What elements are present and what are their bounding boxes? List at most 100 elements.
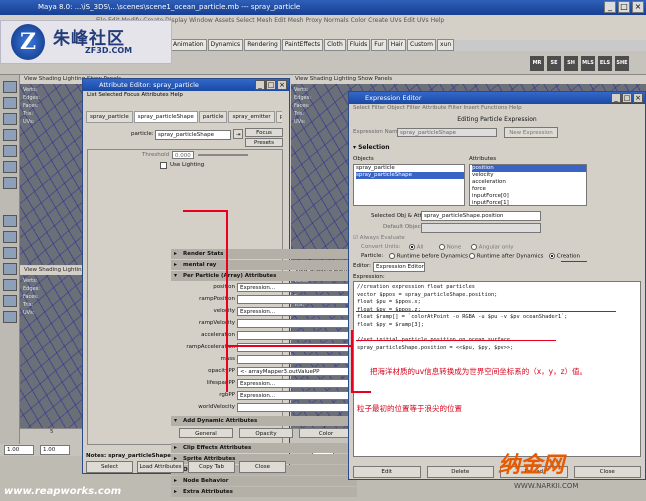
copy-tab-button[interactable]: Copy Tab: [188, 461, 235, 473]
go-to-input-icon[interactable]: ⇥: [233, 129, 243, 139]
lasso-tool-icon[interactable]: [3, 97, 17, 109]
load-attributes-button[interactable]: Load Attributes: [137, 461, 184, 473]
attribute-editor-menu[interactable]: List Selected Focus Attributes Help: [83, 91, 289, 100]
expression-delete-button[interactable]: Delete: [426, 466, 494, 478]
layout-script-icon[interactable]: [3, 311, 17, 323]
maximize-icon[interactable]: □: [618, 1, 630, 13]
add-dynamic-opacity-button[interactable]: Opacity: [239, 428, 293, 438]
attribute-list-item[interactable]: position: [472, 165, 586, 172]
attribute-tab[interactable]: spray_particleShape: [133, 111, 198, 123]
shelf-tab[interactable]: Cloth: [324, 39, 346, 51]
attribute-section[interactable]: Render Stats: [171, 249, 357, 259]
use-lighting-checkbox[interactable]: [160, 162, 167, 169]
shelf-tab[interactable]: xun: [437, 39, 455, 51]
threshold-slider[interactable]: [198, 154, 248, 156]
layout-hypershade-icon[interactable]: [3, 279, 17, 291]
viewport-menu[interactable]: View Shading Lighting Show Panels: [291, 75, 646, 84]
pp-attribute-field[interactable]: [237, 403, 355, 412]
shelf-button[interactable]: SHE: [615, 56, 629, 71]
creation-radio[interactable]: Creation: [549, 253, 580, 260]
default-object-field[interactable]: [421, 223, 541, 233]
editor-dropdown[interactable]: Expression Editor ▾: [373, 262, 425, 272]
add-dynamic-general-button[interactable]: General: [179, 428, 233, 438]
attribute-tab[interactable]: spray_emitter: [228, 111, 275, 123]
attribute-list-item[interactable]: inputForce[0]: [472, 193, 586, 200]
attribute-list-item[interactable]: inputForce[1]: [472, 200, 586, 207]
shelf-tab[interactable]: Fluids: [346, 39, 371, 51]
shelf-button[interactable]: SH: [564, 56, 578, 71]
close-icon[interactable]: ×: [632, 1, 644, 13]
attribute-section[interactable]: mental ray: [171, 260, 357, 270]
move-tool-icon[interactable]: [3, 129, 17, 141]
pp-attribute-field[interactable]: [237, 295, 355, 304]
attribute-list-item[interactable]: acceleration: [472, 179, 586, 186]
runtime-after-radio[interactable]: Runtime after Dynamics: [469, 253, 543, 260]
units-all-radio[interactable]: All: [409, 244, 424, 251]
expression-edit-button[interactable]: Edit: [353, 466, 421, 478]
pp-attribute-field[interactable]: Expression...: [237, 307, 355, 316]
maximize-icon[interactable]: □: [622, 93, 632, 103]
shelf-button[interactable]: MR: [530, 56, 544, 71]
attribute-list-item[interactable]: velocity: [472, 172, 586, 179]
pp-attribute-field[interactable]: <- arrayMapper3.outValuePP: [237, 367, 355, 376]
selection-section[interactable]: ▾ Selection: [353, 144, 390, 151]
paint-tool-icon[interactable]: [3, 113, 17, 125]
close-icon[interactable]: ×: [633, 93, 643, 103]
shelf-tab[interactable]: Dynamics: [207, 39, 244, 51]
scale-tool-icon[interactable]: [3, 161, 17, 173]
shelf-button[interactable]: ELS: [598, 56, 612, 71]
shelf-tab[interactable]: Fur: [371, 39, 387, 51]
minimize-icon[interactable]: _: [604, 1, 616, 13]
object-list-item[interactable]: spray_particle: [356, 165, 464, 172]
rotate-tool-icon[interactable]: [3, 145, 17, 157]
select-tool-icon[interactable]: [3, 81, 17, 93]
manip-tool-icon[interactable]: [3, 177, 17, 189]
add-dynamic-attributes-section[interactable]: Add Dynamic Attributes: [171, 416, 357, 426]
attribute-section[interactable]: Per Particle (Array) Attributes: [171, 271, 357, 281]
particle-name-field[interactable]: spray_particleShape: [155, 130, 231, 140]
attribute-section[interactable]: Node Behavior: [171, 476, 357, 486]
shelf-button[interactable]: SE: [547, 56, 561, 71]
layout-outliner-icon[interactable]: [3, 247, 17, 259]
units-angular-radio[interactable]: Angular only: [471, 244, 514, 251]
shelf-tab[interactable]: Custom: [407, 39, 437, 51]
pp-attribute-field[interactable]: [237, 319, 355, 328]
range-end-field[interactable]: 1.00: [40, 445, 70, 455]
runtime-before-radio[interactable]: Runtime before Dynamics: [389, 253, 468, 260]
pp-attribute-field[interactable]: [237, 355, 355, 364]
expression-editor-title[interactable]: Expression Editor: [349, 92, 645, 104]
attribute-list-item[interactable]: force: [472, 186, 586, 193]
pp-attribute-field[interactable]: Expression...: [237, 283, 355, 292]
minimize-icon[interactable]: _: [255, 80, 265, 90]
new-expression-button[interactable]: New Expression: [504, 127, 558, 138]
shelf-button[interactable]: MLS: [581, 56, 595, 71]
pp-attribute-field[interactable]: Expression...: [237, 391, 355, 400]
layout-single-icon[interactable]: [3, 215, 17, 227]
presets-button[interactable]: Presets: [245, 138, 283, 147]
minimize-icon[interactable]: _: [611, 93, 621, 103]
expression-name-field[interactable]: spray_particleShape: [397, 128, 497, 137]
maximize-icon[interactable]: □: [266, 80, 276, 90]
pp-attribute-field[interactable]: [237, 331, 355, 340]
pp-attribute-field[interactable]: Expression...: [237, 379, 355, 388]
attribute-tab[interactable]: particleClo: [275, 111, 282, 123]
object-list-item[interactable]: spray_particleShape: [356, 172, 464, 179]
units-none-radio[interactable]: None: [439, 244, 461, 251]
shelf-tab[interactable]: Animation: [170, 39, 207, 51]
select-button[interactable]: Select: [86, 461, 133, 473]
expression-close-button[interactable]: Close: [573, 466, 641, 478]
attribute-tab[interactable]: spray_particle: [86, 111, 133, 123]
focus-button[interactable]: Focus: [245, 128, 283, 137]
attribute-tab[interactable]: particle: [198, 111, 228, 123]
layout-persp-icon[interactable]: [3, 295, 17, 307]
threshold-field[interactable]: 0.000: [172, 151, 194, 159]
shelf-tab[interactable]: Hair: [387, 39, 407, 51]
layout-four-icon[interactable]: [3, 231, 17, 243]
shelf-tab[interactable]: Rendering: [244, 39, 281, 51]
objects-list[interactable]: spray_particle spray_particleShape: [353, 164, 465, 206]
layout-graph-icon[interactable]: [3, 263, 17, 275]
selected-obj-attr-field[interactable]: spray_particleShape.position: [421, 211, 541, 221]
attribute-section[interactable]: Extra Attributes: [171, 487, 357, 497]
add-dynamic-color-button[interactable]: Color: [299, 428, 353, 438]
range-start-field[interactable]: 1.00: [4, 445, 34, 455]
